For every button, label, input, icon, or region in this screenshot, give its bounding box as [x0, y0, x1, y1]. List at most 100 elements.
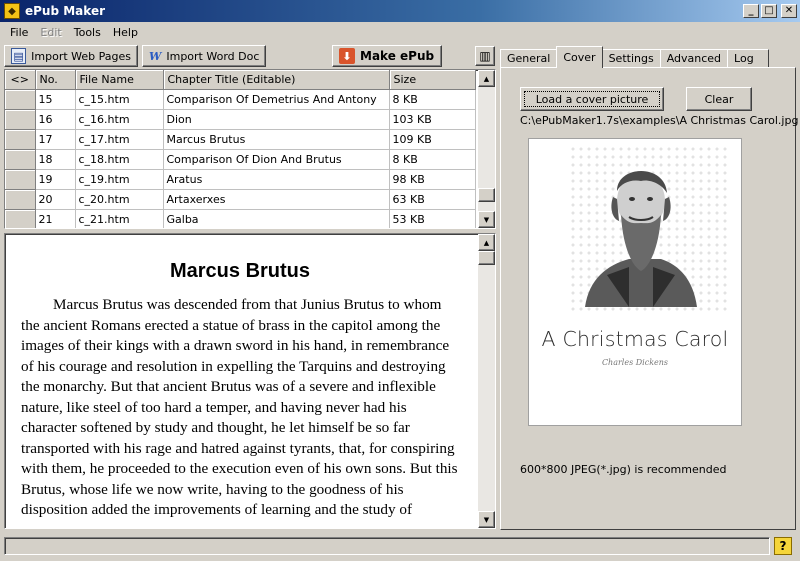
row-select-handle[interactable] — [5, 189, 36, 210]
cell-size: 8 KB — [389, 89, 476, 110]
cell-size: 8 KB — [389, 149, 476, 170]
preview-heading: Marcus Brutus — [169, 260, 311, 282]
tab-advanced[interactable]: Advanced — [659, 49, 729, 68]
column-header-chapter-title[interactable]: Chapter Title (Editable) — [163, 70, 390, 90]
table-row[interactable]: 21 c_21.htm Galba 53 KB — [5, 209, 476, 228]
scroll-thumb[interactable] — [478, 251, 495, 265]
toolbar: ▤ Import Web Pages W Import Word Doc ⬇ M… — [4, 44, 494, 68]
cell-no: 15 — [35, 89, 76, 110]
row-select-handle[interactable] — [5, 109, 36, 130]
import-web-pages-label: Import Web Pages — [31, 49, 131, 63]
cell-size: 98 KB — [389, 169, 476, 190]
table-row[interactable]: 15 c_15.htm Comparison Of Demetrius And An… — [5, 89, 476, 110]
row-select-handle[interactable] — [5, 169, 36, 190]
cell-chapter-title[interactable]: Marcus Brutus — [163, 129, 390, 150]
column-header-size[interactable]: Size — [389, 70, 476, 90]
window-title: ePub Maker — [25, 4, 105, 18]
title-bar: ◆ ePub Maker _ □ ✕ — [0, 0, 800, 22]
chapter-preview: Marcus Brutus Marcus Brutus was descende… — [4, 233, 496, 529]
tab-settings[interactable]: Settings — [601, 49, 661, 68]
row-select-handle[interactable] — [5, 209, 36, 228]
settings-tabs: General Cover Settings Advanced Log — [500, 46, 770, 68]
scroll-up-button[interactable]: ▲ — [478, 234, 495, 251]
load-cover-picture-button[interactable]: Load a cover picture — [520, 87, 664, 111]
cover-size-hint: 600*800 JPEG(*.jpg) is recommended — [520, 463, 727, 476]
column-header-no[interactable]: No. — [35, 70, 76, 90]
cover-image-preview: A Christmas Carol Charles Dickens — [528, 138, 742, 426]
tab-log[interactable]: Log — [727, 49, 770, 68]
cover-file-path: C:\ePubMaker1.7s\examples\A Christmas Ca… — [520, 114, 799, 127]
column-header-file-name[interactable]: File Name — [75, 70, 164, 90]
help-question-icon[interactable]: ? — [774, 537, 792, 555]
cell-no: 21 — [35, 209, 76, 228]
cover-title-text: A Christmas Carol — [541, 327, 729, 351]
web-page-icon: ▤ — [11, 48, 27, 64]
tab-general[interactable]: General — [500, 49, 558, 68]
cell-no: 17 — [35, 129, 76, 150]
epub-maker-logo-icon: ◆ — [4, 3, 20, 19]
cell-no: 18 — [35, 149, 76, 170]
table-row[interactable]: 17 c_17.htm Marcus Brutus 109 KB — [5, 129, 476, 150]
cell-file-name: c_20.htm — [75, 189, 164, 210]
menu-edit[interactable]: Edit — [34, 26, 67, 39]
menu-help[interactable]: Help — [107, 26, 144, 39]
close-button[interactable]: ✕ — [781, 4, 797, 18]
cell-size: 63 KB — [389, 189, 476, 210]
tab-cover[interactable]: Cover — [556, 46, 603, 68]
import-word-doc-label: Import Word Doc — [166, 49, 260, 63]
cell-size: 103 KB — [389, 109, 476, 130]
table-header-row: <> No. File Name Chapter Title (Editable… — [5, 70, 476, 90]
cell-chapter-title[interactable]: Comparison Of Dion And Brutus — [163, 149, 390, 170]
chapter-grid: <> No. File Name Chapter Title (Editable… — [5, 70, 476, 228]
cell-chapter-title[interactable]: Aratus — [163, 169, 390, 190]
cell-file-name: c_16.htm — [75, 109, 164, 130]
import-word-doc-button[interactable]: W Import Word Doc — [142, 45, 266, 67]
maximize-button[interactable]: □ — [761, 4, 777, 18]
row-select-handle[interactable] — [5, 149, 36, 170]
row-select-handle[interactable] — [5, 89, 36, 110]
make-epub-label: Make ePub — [360, 49, 435, 63]
cell-no: 16 — [35, 109, 76, 130]
table-row[interactable]: 18 c_18.htm Comparison Of Dion And Brutus 8… — [5, 149, 476, 170]
status-text-field — [4, 537, 770, 555]
download-arrow-icon: ⬇ — [339, 48, 355, 64]
table-row[interactable]: 19 c_19.htm Aratus 98 KB — [5, 169, 476, 190]
cell-chapter-title[interactable]: Galba — [163, 209, 390, 228]
menu-tools[interactable]: Tools — [68, 26, 107, 39]
cell-file-name: c_19.htm — [75, 169, 164, 190]
make-epub-button[interactable]: ⬇ Make ePub — [332, 45, 442, 67]
panel-layout-icon: ▥ — [479, 49, 491, 63]
table-vertical-scrollbar[interactable]: ▲ ▼ — [478, 70, 495, 228]
cell-size: 53 KB — [389, 209, 476, 228]
import-web-pages-button[interactable]: ▤ Import Web Pages — [4, 45, 138, 67]
toggle-panel-button[interactable]: ▥ — [475, 46, 495, 66]
word-document-icon: W — [149, 49, 162, 63]
cell-chapter-title[interactable]: Dion — [163, 109, 390, 130]
scroll-down-button[interactable]: ▼ — [478, 511, 495, 528]
minimize-button[interactable]: _ — [743, 4, 759, 18]
table-row[interactable]: 16 c_16.htm Dion 103 KB — [5, 109, 476, 130]
scroll-up-button[interactable]: ▲ — [478, 70, 495, 87]
cell-no: 20 — [35, 189, 76, 210]
load-cover-picture-label: Load a cover picture — [535, 92, 649, 106]
author-portrait-image — [585, 171, 697, 307]
preview-paragraph: Marcus Brutus was descended from that Ju… — [21, 296, 458, 518]
clear-cover-label: Clear — [704, 92, 734, 106]
cell-chapter-title[interactable]: Artaxerxes — [163, 189, 390, 210]
scroll-down-button[interactable]: ▼ — [478, 211, 495, 228]
cell-file-name: c_15.htm — [75, 89, 164, 110]
status-bar: ? — [4, 535, 796, 557]
cell-file-name: c_18.htm — [75, 149, 164, 170]
row-select-handle[interactable] — [5, 129, 36, 150]
cell-file-name: c_21.htm — [75, 209, 164, 228]
menu-file[interactable]: File — [4, 26, 34, 39]
clear-cover-button[interactable]: Clear — [686, 87, 752, 111]
scroll-thumb[interactable] — [478, 188, 495, 202]
table-row[interactable]: 20 c_20.htm Artaxerxes 63 KB — [5, 189, 476, 210]
cell-size: 109 KB — [389, 129, 476, 150]
column-header-reorder[interactable]: <> — [5, 70, 36, 90]
cell-no: 19 — [35, 169, 76, 190]
cell-chapter-title[interactable]: Comparison Of Demetrius And Antony — [163, 89, 390, 110]
preview-vertical-scrollbar[interactable]: ▲ ▼ — [478, 234, 495, 528]
menu-bar: File Edit Tools Help — [0, 22, 800, 42]
